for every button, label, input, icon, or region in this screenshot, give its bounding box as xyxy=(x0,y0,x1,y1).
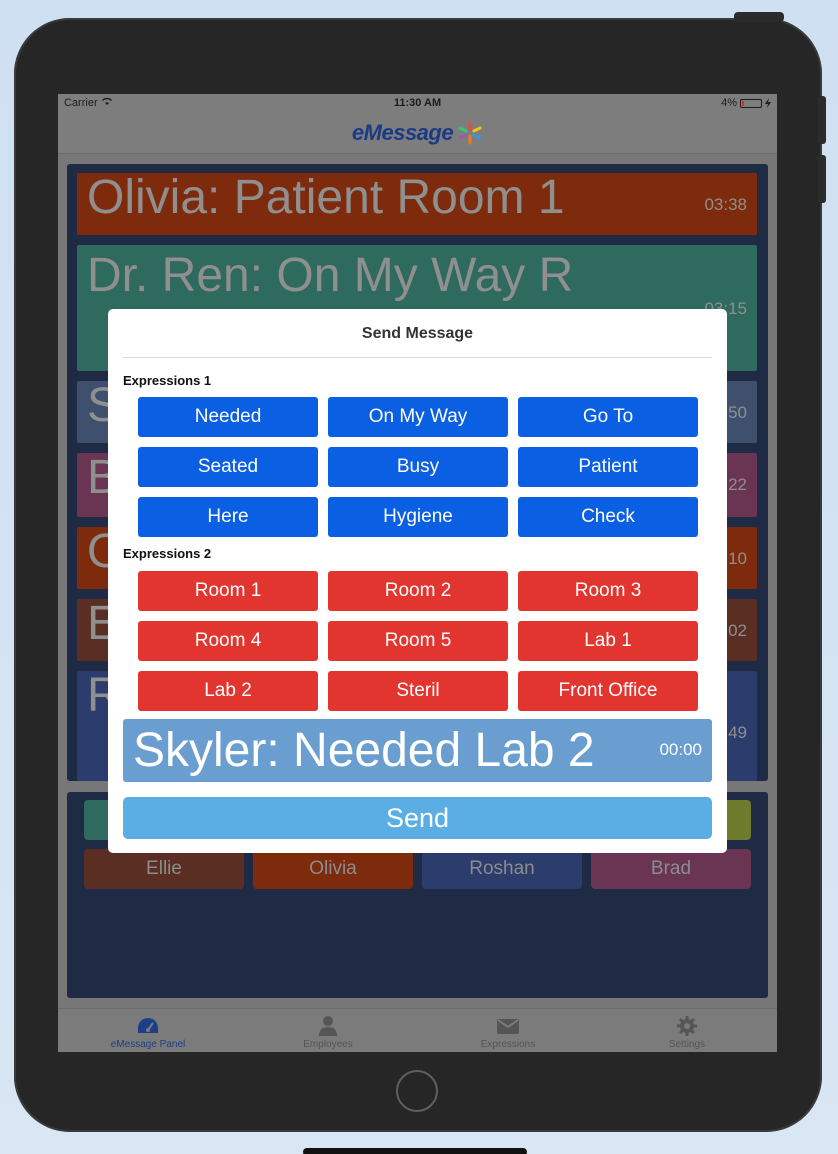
expressions-1-grid: Needed On My Way Go To Seated Busy Patie… xyxy=(138,397,698,537)
app-logo-text: eMessage xyxy=(351,119,454,145)
nav-bar: eMessage xyxy=(58,112,777,154)
message-preview: Skyler: Needed Lab 2 00:00 xyxy=(123,719,712,782)
employee-button-ellie[interactable]: Ellie xyxy=(84,849,244,889)
clock: 11:30 AM xyxy=(393,97,442,109)
expression-button-go-to[interactable]: Go To xyxy=(518,397,698,437)
charging-icon xyxy=(765,98,771,108)
expression-button-room-5[interactable]: Room 5 xyxy=(328,621,508,661)
device-edge xyxy=(303,1148,527,1154)
expression-button-seated[interactable]: Seated xyxy=(138,447,318,487)
tab-label: Expressions xyxy=(480,1039,536,1050)
gear-icon xyxy=(677,1016,697,1036)
expression-button-room-3[interactable]: Room 3 xyxy=(518,571,698,611)
expression-button-needed[interactable]: Needed xyxy=(138,397,318,437)
expression-button-on-my-way[interactable]: On My Way xyxy=(328,397,508,437)
preview-text: Skyler: Needed Lab 2 xyxy=(133,724,595,777)
modal-title: Send Message xyxy=(361,325,474,342)
expression-button-room-2[interactable]: Room 2 xyxy=(328,571,508,611)
message-time: 22 xyxy=(728,475,747,494)
expression-button-room-4[interactable]: Room 4 xyxy=(138,621,318,661)
expression-button-here[interactable]: Here xyxy=(138,497,318,537)
tab-employees[interactable]: Employees xyxy=(238,1009,418,1052)
tab-label: eMessage Panel xyxy=(110,1039,186,1050)
message-time: 10 xyxy=(728,549,747,568)
expression-button-lab-2[interactable]: Lab 2 xyxy=(138,671,318,711)
expression-button-front-office[interactable]: Front Office xyxy=(518,671,698,711)
tab-bar: eMessage Panel Employees Expressions Set… xyxy=(58,1008,777,1052)
expression-button-steril[interactable]: Steril xyxy=(328,671,508,711)
expression-button-check[interactable]: Check xyxy=(518,497,698,537)
message-time: 03:38 xyxy=(704,195,747,214)
expression-button-patient[interactable]: Patient xyxy=(518,447,698,487)
volume-down-button xyxy=(818,155,826,203)
volume-up-button xyxy=(818,96,826,144)
message-row[interactable]: Olivia: Patient Room 1 03:38 xyxy=(77,173,757,235)
battery-icon xyxy=(740,98,762,108)
employee-button-roshan[interactable]: Roshan xyxy=(422,849,582,889)
tab-label: Employees xyxy=(303,1039,353,1050)
logo-star-icon xyxy=(458,121,482,144)
message-text: Dr. Ren: On My Way R xyxy=(87,249,574,302)
modal-divider xyxy=(122,357,712,358)
message-text: Olivia: Patient Room 1 xyxy=(87,173,565,224)
battery-indicator: 4% xyxy=(721,97,771,109)
tab-settings[interactable]: Settings xyxy=(597,1009,777,1052)
envelope-icon xyxy=(497,1019,519,1034)
expression-button-lab-1[interactable]: Lab 1 xyxy=(518,621,698,661)
preview-time: 00:00 xyxy=(659,740,702,759)
employee-button-olivia[interactable]: Olivia xyxy=(253,849,413,889)
employee-button-brad[interactable]: Brad xyxy=(591,849,751,889)
send-button[interactable]: Send xyxy=(123,797,712,839)
status-bar: Carrier 11:30 AM 4% xyxy=(58,94,777,112)
expression-button-room-1[interactable]: Room 1 xyxy=(138,571,318,611)
tab-label: Settings xyxy=(668,1039,706,1050)
expressions-2-grid: Room 1 Room 2 Room 3 Room 4 Room 5 Lab 1… xyxy=(138,571,698,711)
dashboard-icon xyxy=(138,1018,158,1033)
expressions-2-label: Expressions 2 xyxy=(123,546,212,561)
battery-percent: 4% xyxy=(721,97,737,109)
message-time: 50 xyxy=(728,403,747,422)
tab-expressions[interactable]: Expressions xyxy=(418,1009,598,1052)
tab-emessage-panel[interactable]: eMessage Panel xyxy=(58,1009,238,1052)
power-button xyxy=(734,12,784,22)
expression-button-busy[interactable]: Busy xyxy=(328,447,508,487)
home-button[interactable] xyxy=(396,1070,438,1112)
expression-button-hygiene[interactable]: Hygiene xyxy=(328,497,508,537)
person-icon xyxy=(319,1016,337,1036)
message-time: 49 xyxy=(728,723,747,742)
send-message-modal: Send Message Expressions 1 Needed On My … xyxy=(108,309,727,853)
expressions-1-label: Expressions 1 xyxy=(123,373,212,388)
message-time: 02 xyxy=(728,621,747,640)
